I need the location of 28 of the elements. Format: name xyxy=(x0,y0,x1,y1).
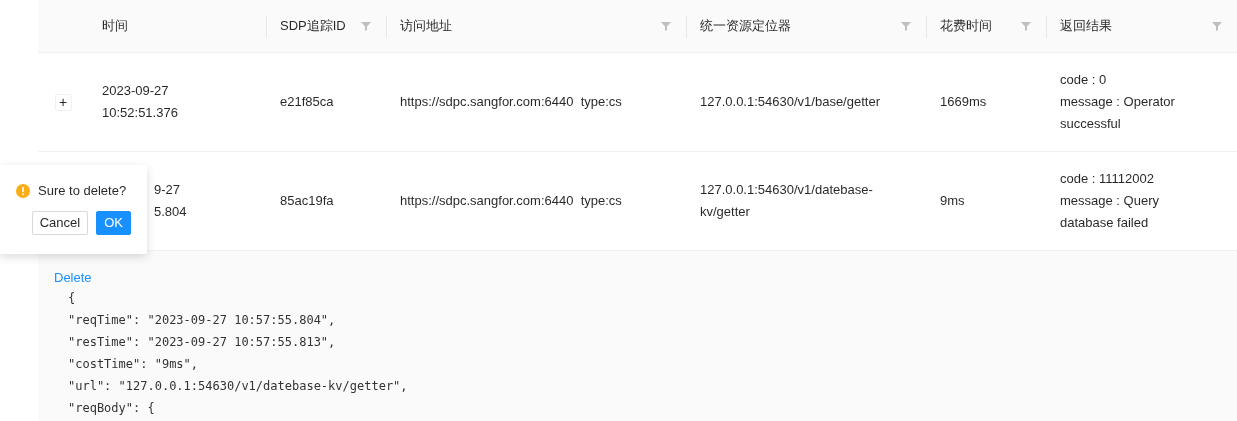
column-header: 访问地址 xyxy=(400,17,452,36)
column-header: 花费时间 xyxy=(940,17,992,36)
warning-icon xyxy=(16,183,30,198)
table-cell: https://sdpc.sangfor.com:6440 type:cs xyxy=(400,193,622,209)
column-header: 返回结果 xyxy=(1060,17,1112,36)
filter-icon[interactable] xyxy=(360,20,372,32)
table-cell: 85ac19fa xyxy=(280,193,334,209)
expand-button[interactable]: + xyxy=(54,93,72,111)
column-header: 统一资源定位器 xyxy=(700,17,791,36)
table-cell-text: 9-27 5.804 xyxy=(154,181,187,221)
table-cell: https://sdpc.sangfor.com:6440 type:cs xyxy=(400,94,622,110)
table-cell-text: code : 0 message : Operator successful xyxy=(1060,71,1176,133)
table-cell: 127.0.0.1:54630/v1/base/getter xyxy=(700,94,880,109)
table-cell: 127.0.0.1:54630/v1/datebase-kv/getter xyxy=(700,182,873,219)
table-cell-text: 2023-09-27 10:52:51.376 xyxy=(102,82,178,122)
table-cell: 1669ms xyxy=(940,94,987,110)
code-text: { "reqTime": "2023-09-27 10:57:55.804", "resTime": "2023-09-27 10:57:55.813", "costTime": "9ms", "url": "127.0.0.1:54630/v1/datebase-kv/getter", "reqBody": { xyxy=(68,290,408,417)
table-cell: 9ms xyxy=(940,193,965,209)
filter-icon[interactable] xyxy=(900,20,912,32)
table-cell: e21f85ca xyxy=(280,94,334,110)
filter-icon[interactable] xyxy=(1020,20,1032,32)
filter-icon[interactable] xyxy=(660,20,672,32)
column-header: 时间 xyxy=(102,17,128,36)
confirm-message: Sure to delete? xyxy=(38,182,127,200)
filter-icon[interactable] xyxy=(1211,20,1223,32)
cancel-button[interactable]: Cancel xyxy=(31,210,89,235)
table-cell-text: code : 11112002 message : Query database failed xyxy=(1060,170,1160,232)
column-header: SDP追踪ID xyxy=(280,17,346,36)
